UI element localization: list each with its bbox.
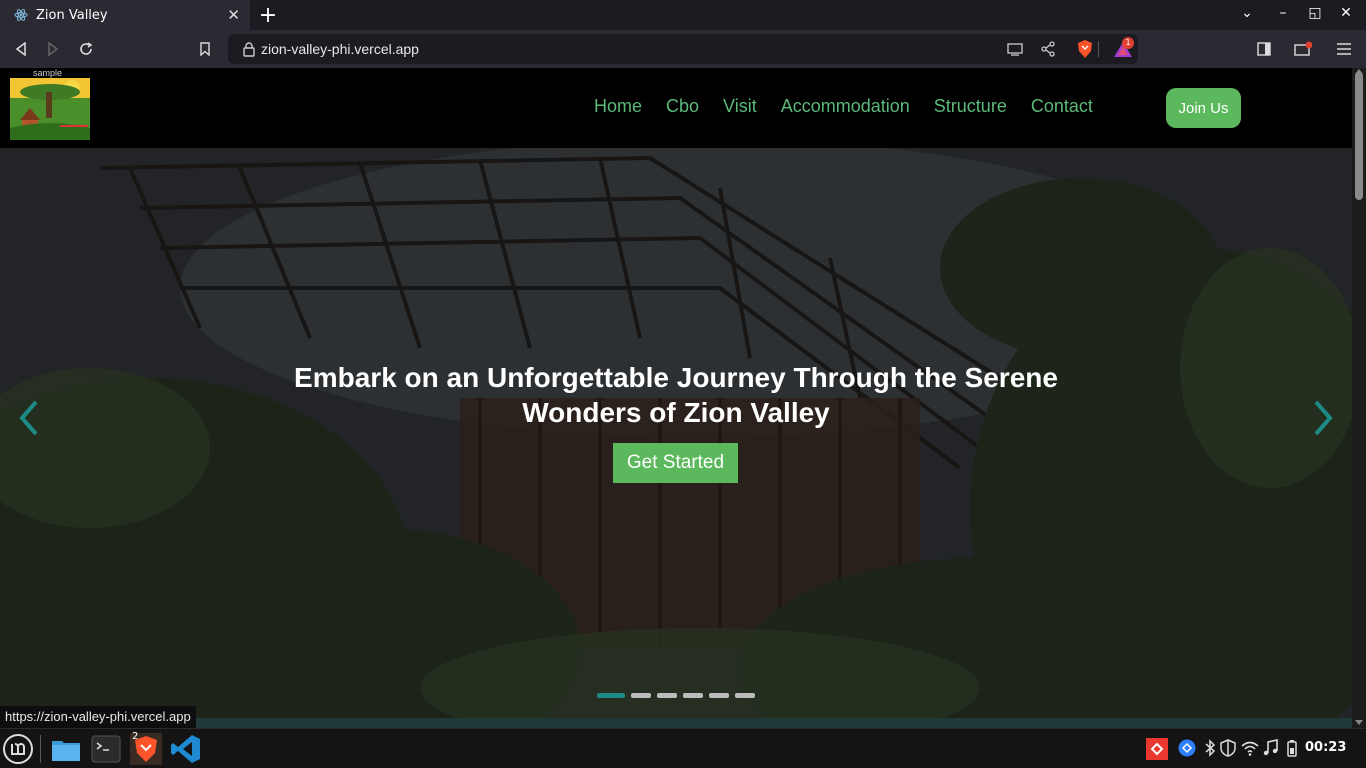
zion-valley-logo[interactable] <box>10 78 90 140</box>
sound-icon[interactable] <box>1262 739 1280 757</box>
address-divider <box>1098 41 1099 57</box>
taskbar: 2 00:23 <box>0 728 1366 768</box>
scroll-down-icon[interactable] <box>1355 720 1363 726</box>
sidebar-button[interactable] <box>1253 38 1275 60</box>
forward-button[interactable] <box>42 38 64 60</box>
mint-menu-icon[interactable] <box>2 733 34 765</box>
lock-icon <box>243 42 255 57</box>
logo-caption: sample <box>33 68 63 78</box>
browser-tab[interactable]: Zion Valley ✕ <box>0 0 250 30</box>
back-icon <box>15 42 26 56</box>
files-icon[interactable] <box>50 733 82 765</box>
carousel-prev-icon[interactable] <box>16 398 42 438</box>
nav-contact[interactable]: Contact <box>1031 96 1093 117</box>
nav-home[interactable]: Home <box>594 96 642 117</box>
rewards-badge: 1 <box>1122 37 1134 49</box>
forward-icon <box>48 42 59 56</box>
section-strip <box>0 718 1352 728</box>
get-started-button[interactable]: Get Started <box>613 443 738 483</box>
hero-title: Embark on an Unforgettable Journey Throu… <box>294 362 1058 428</box>
carousel-dot-2[interactable] <box>631 693 651 698</box>
vscode-icon[interactable] <box>170 733 202 765</box>
wallet-icon <box>1294 41 1312 56</box>
vpn-icon[interactable] <box>1178 739 1196 757</box>
carousel-indicators <box>597 693 761 698</box>
back-button[interactable] <box>10 38 32 60</box>
scrollbar-thumb[interactable] <box>1355 72 1363 200</box>
new-tab-button[interactable]: + <box>258 3 278 28</box>
reload-button[interactable] <box>75 38 97 60</box>
nav-cbo[interactable]: Cbo <box>666 96 699 117</box>
link-status-tooltip: https://zion-valley-phi.vercel.app <box>0 706 196 728</box>
nav-visit[interactable]: Visit <box>723 96 757 117</box>
terminal-icon[interactable] <box>90 733 122 765</box>
reload-icon <box>80 42 93 55</box>
carousel-dot-4[interactable] <box>683 693 703 698</box>
browser-toolbar: zion-valley-phi.vercel.app 1 <box>0 30 1366 68</box>
address-bar[interactable]: zion-valley-phi.vercel.app 1 <box>228 34 1138 64</box>
carousel-dot-3[interactable] <box>657 693 677 698</box>
tab-title: Zion Valley <box>36 7 108 23</box>
page-scrollbar[interactable] <box>1352 68 1366 728</box>
react-icon <box>14 9 28 21</box>
site-header: sample Home Cbo Visit Accommodation Stru… <box>0 68 1352 148</box>
share-icon[interactable] <box>1039 40 1057 58</box>
wifi-icon[interactable] <box>1241 739 1259 757</box>
cast-icon[interactable] <box>1006 40 1024 58</box>
menu-button[interactable] <box>1333 38 1355 60</box>
minimize-button[interactable]: – <box>1273 5 1293 21</box>
tab-strip: Zion Valley ✕ + ⌄ – ◱ ✕ <box>0 0 1366 30</box>
wallet-button[interactable] <box>1292 38 1314 60</box>
battery-icon[interactable] <box>1283 739 1301 757</box>
sidebar-icon <box>1257 42 1271 56</box>
close-tab-icon[interactable]: ✕ <box>227 6 240 24</box>
main-nav: Home Cbo Visit Accommodation Structure C… <box>594 96 1117 117</box>
close-window-button[interactable]: ✕ <box>1336 5 1356 21</box>
web-page: sample Home Cbo Visit Accommodation Stru… <box>0 68 1352 728</box>
tab-list-icon[interactable]: ⌄ <box>1237 5 1257 21</box>
brave-shields-icon[interactable] <box>1076 39 1094 59</box>
carousel-dot-1[interactable] <box>597 693 625 698</box>
carousel-dot-5[interactable] <box>709 693 729 698</box>
nav-accommodation[interactable]: Accommodation <box>781 96 910 117</box>
carousel-next-icon[interactable] <box>1310 398 1336 438</box>
brave-window-count: 2 <box>132 731 139 742</box>
join-us-button[interactable]: Join Us <box>1166 88 1241 128</box>
hamburger-icon <box>1337 43 1351 55</box>
bluetooth-icon[interactable] <box>1201 739 1219 757</box>
taskbar-clock[interactable]: 00:23 <box>1305 740 1346 755</box>
url-text: zion-valley-phi.vercel.app <box>261 41 419 57</box>
anydesk-icon[interactable] <box>1146 738 1168 760</box>
hero-carousel: Embark on an Unforgettable Journey Throu… <box>0 148 1352 718</box>
taskbar-separator <box>40 735 41 763</box>
bookmark-button[interactable] <box>194 38 216 60</box>
shield-icon[interactable] <box>1219 739 1237 757</box>
bookmark-icon <box>200 42 210 56</box>
hero-background-image <box>0 148 1352 718</box>
carousel-dot-6[interactable] <box>735 693 755 698</box>
maximize-button[interactable]: ◱ <box>1305 5 1325 21</box>
nav-structure[interactable]: Structure <box>934 96 1007 117</box>
